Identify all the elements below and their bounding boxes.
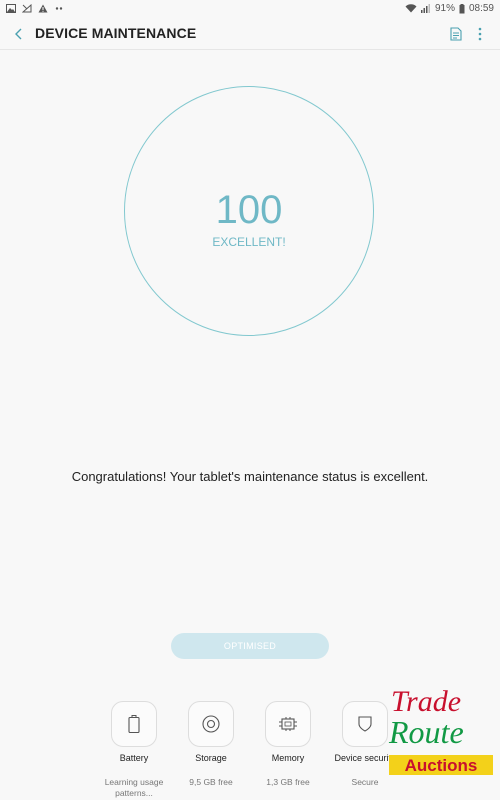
- battery-icon: [111, 701, 157, 747]
- shield-icon: [342, 701, 388, 747]
- status-message: Congratulations! Your tablet's maintenan…: [71, 469, 429, 484]
- storage-icon: [188, 701, 234, 747]
- trade-route-auctions-watermark: Trade Route Auctions: [388, 685, 493, 775]
- battery-status-icon: [459, 3, 465, 14]
- memory-chip-icon: [265, 701, 311, 747]
- page-title: DEVICE MAINTENANCE: [35, 25, 197, 41]
- toolbar: DEVICE MAINTENANCE: [0, 17, 500, 50]
- battery-label: Battery: [119, 753, 149, 763]
- optimise-button[interactable]: OPTIMISED: [171, 633, 329, 659]
- warning-icon: [38, 4, 48, 13]
- clock: 08:59: [468, 3, 494, 14]
- score-circle: 100 EXCELLENT!: [124, 86, 374, 336]
- storage-item[interactable]: Storage 9,5 GB free: [171, 701, 251, 788]
- storage-label: Storage: [195, 753, 227, 763]
- watermark-line2: Route: [388, 714, 464, 750]
- document-icon: [450, 27, 462, 41]
- gallery-notification-icon: [6, 4, 16, 13]
- wifi-icon: [405, 4, 417, 13]
- more-options-button[interactable]: [470, 23, 490, 45]
- report-button[interactable]: [446, 23, 466, 45]
- more-vertical-icon: [478, 27, 482, 41]
- more-notifications-icon: [54, 4, 64, 13]
- storage-value: 9,5 GB free: [189, 777, 233, 787]
- status-bar: 91% 08:59: [0, 0, 500, 17]
- back-button[interactable]: [8, 23, 30, 45]
- back-arrow-icon: [15, 28, 22, 40]
- battery-percentage: 91%: [434, 3, 455, 14]
- battery-item[interactable]: Battery Learning usage patterns...: [94, 701, 174, 799]
- signal-icon: [420, 4, 431, 13]
- no-signal-icon: [22, 4, 32, 13]
- memory-label: Memory: [271, 753, 305, 763]
- toolbar-divider: [0, 49, 500, 50]
- battery-value: Learning usage patterns...: [104, 777, 164, 798]
- memory-value: 1,3 GB free: [266, 777, 310, 787]
- watermark-line3: Auctions: [405, 756, 478, 775]
- memory-item[interactable]: Memory 1,3 GB free: [248, 701, 328, 788]
- score-label: EXCELLENT!: [212, 235, 286, 249]
- score-value: 100: [215, 188, 283, 232]
